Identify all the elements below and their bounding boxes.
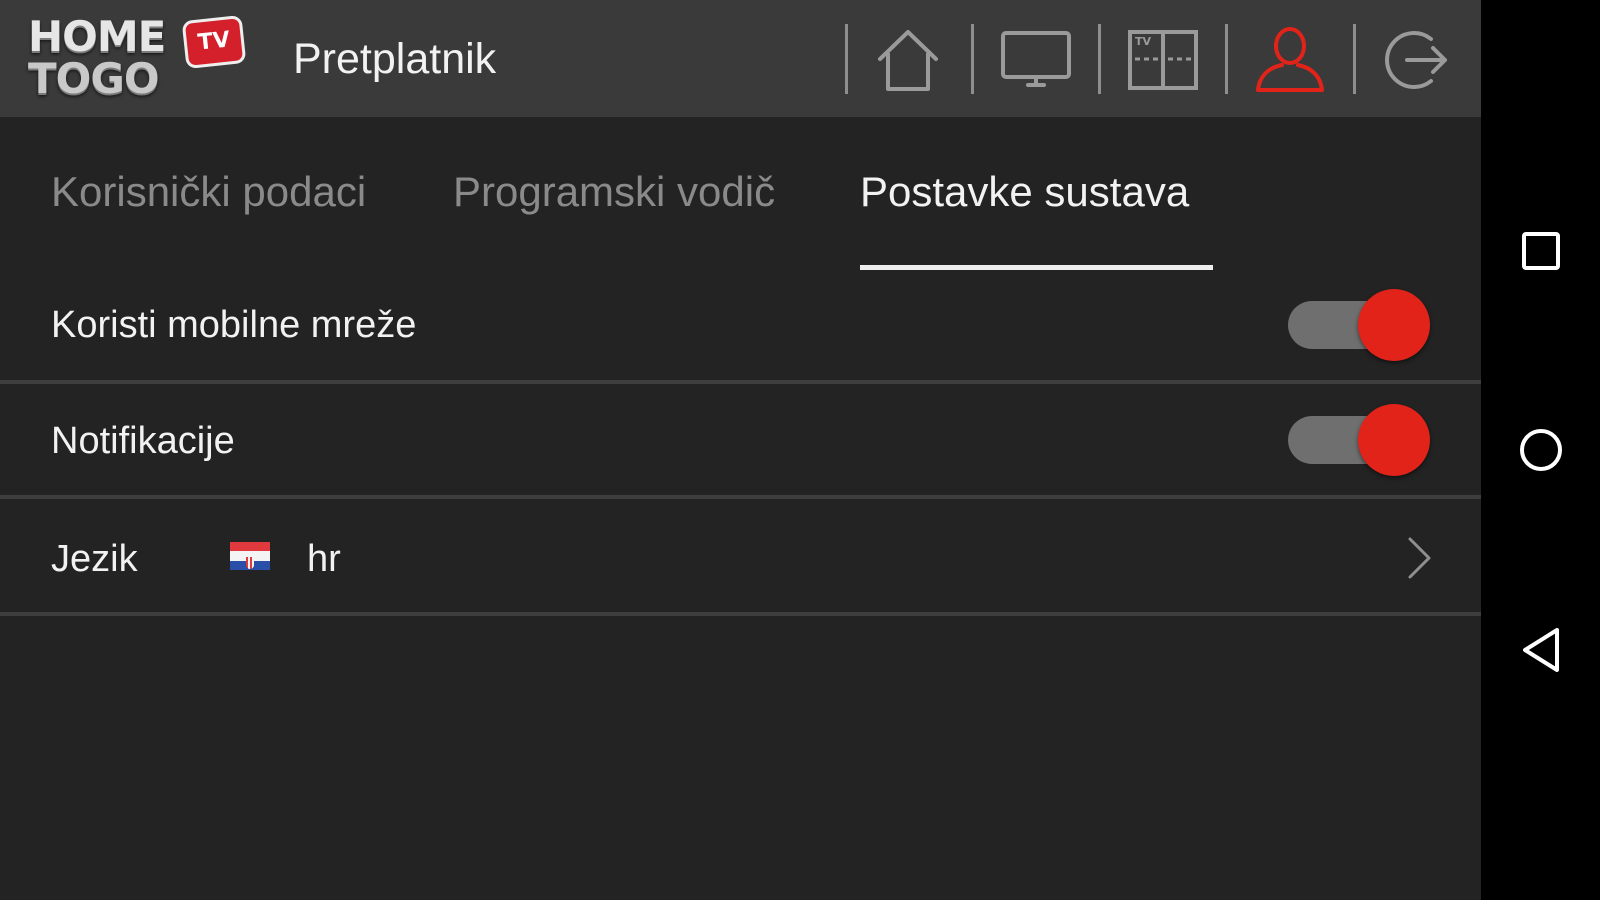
logout-button[interactable]	[1372, 20, 1462, 100]
profile-button[interactable]	[1245, 20, 1335, 100]
notifications-label: Notifikacije	[51, 420, 235, 462]
nav-divider	[845, 24, 848, 94]
language-label: Jezik	[51, 538, 138, 580]
toggle-knob	[1358, 404, 1430, 476]
language-value: hr	[307, 538, 341, 580]
back-button[interactable]	[1511, 620, 1571, 680]
tv-guide-icon-text: TV	[1135, 35, 1152, 48]
hometogo-tv-logo: HOME TOGO TV	[28, 12, 247, 103]
tab-system-settings[interactable]: Postavke sustava	[860, 162, 1189, 222]
nav-divider	[971, 24, 974, 94]
nav-divider	[1353, 24, 1356, 94]
tab-program-guide[interactable]: Programski vodič	[453, 162, 775, 222]
tv-button[interactable]	[991, 20, 1081, 100]
home-circle-icon	[1520, 429, 1562, 471]
nav-divider	[1225, 24, 1228, 94]
android-home-button[interactable]	[1511, 420, 1571, 480]
nav-divider	[1098, 24, 1101, 94]
logo-line-2: TOGO	[28, 54, 160, 103]
toggle-knob	[1358, 289, 1430, 361]
android-navigation-bar	[1481, 0, 1600, 900]
chevron-right-icon[interactable]	[1404, 535, 1434, 581]
tab-user-data[interactable]: Korisnički podaci	[51, 162, 366, 222]
notifications-toggle[interactable]	[1288, 404, 1430, 476]
mobile-networks-toggle[interactable]	[1288, 289, 1430, 361]
croatia-flag-icon	[230, 542, 270, 570]
tv-guide-button[interactable]: TV	[1118, 20, 1208, 100]
user-profile-icon	[1256, 27, 1324, 92]
back-triangle-icon	[1523, 628, 1559, 672]
logo-tv-badge: TV	[181, 14, 247, 70]
home-button[interactable]	[863, 20, 953, 100]
app-header: HOME TOGO TV Pretplatnik TV	[0, 0, 1481, 117]
page-title: Pretplatnik	[293, 35, 497, 83]
row-divider	[0, 380, 1481, 384]
recent-apps-icon	[1522, 232, 1560, 270]
tv-monitor-icon	[1001, 31, 1071, 87]
active-tab-indicator	[860, 265, 1213, 270]
mobile-networks-label: Koristi mobilne mreže	[51, 304, 417, 346]
logout-icon	[1385, 31, 1447, 89]
recent-apps-button[interactable]	[1511, 221, 1571, 281]
app-window: HOME TOGO TV Pretplatnik TV Korisnički p…	[0, 0, 1481, 900]
language-row[interactable]	[0, 499, 1481, 612]
tv-guide-grid-icon: TV	[1128, 30, 1198, 90]
row-divider	[0, 612, 1481, 616]
home-icon	[878, 30, 938, 91]
logo-line-1: HOME	[28, 12, 166, 61]
